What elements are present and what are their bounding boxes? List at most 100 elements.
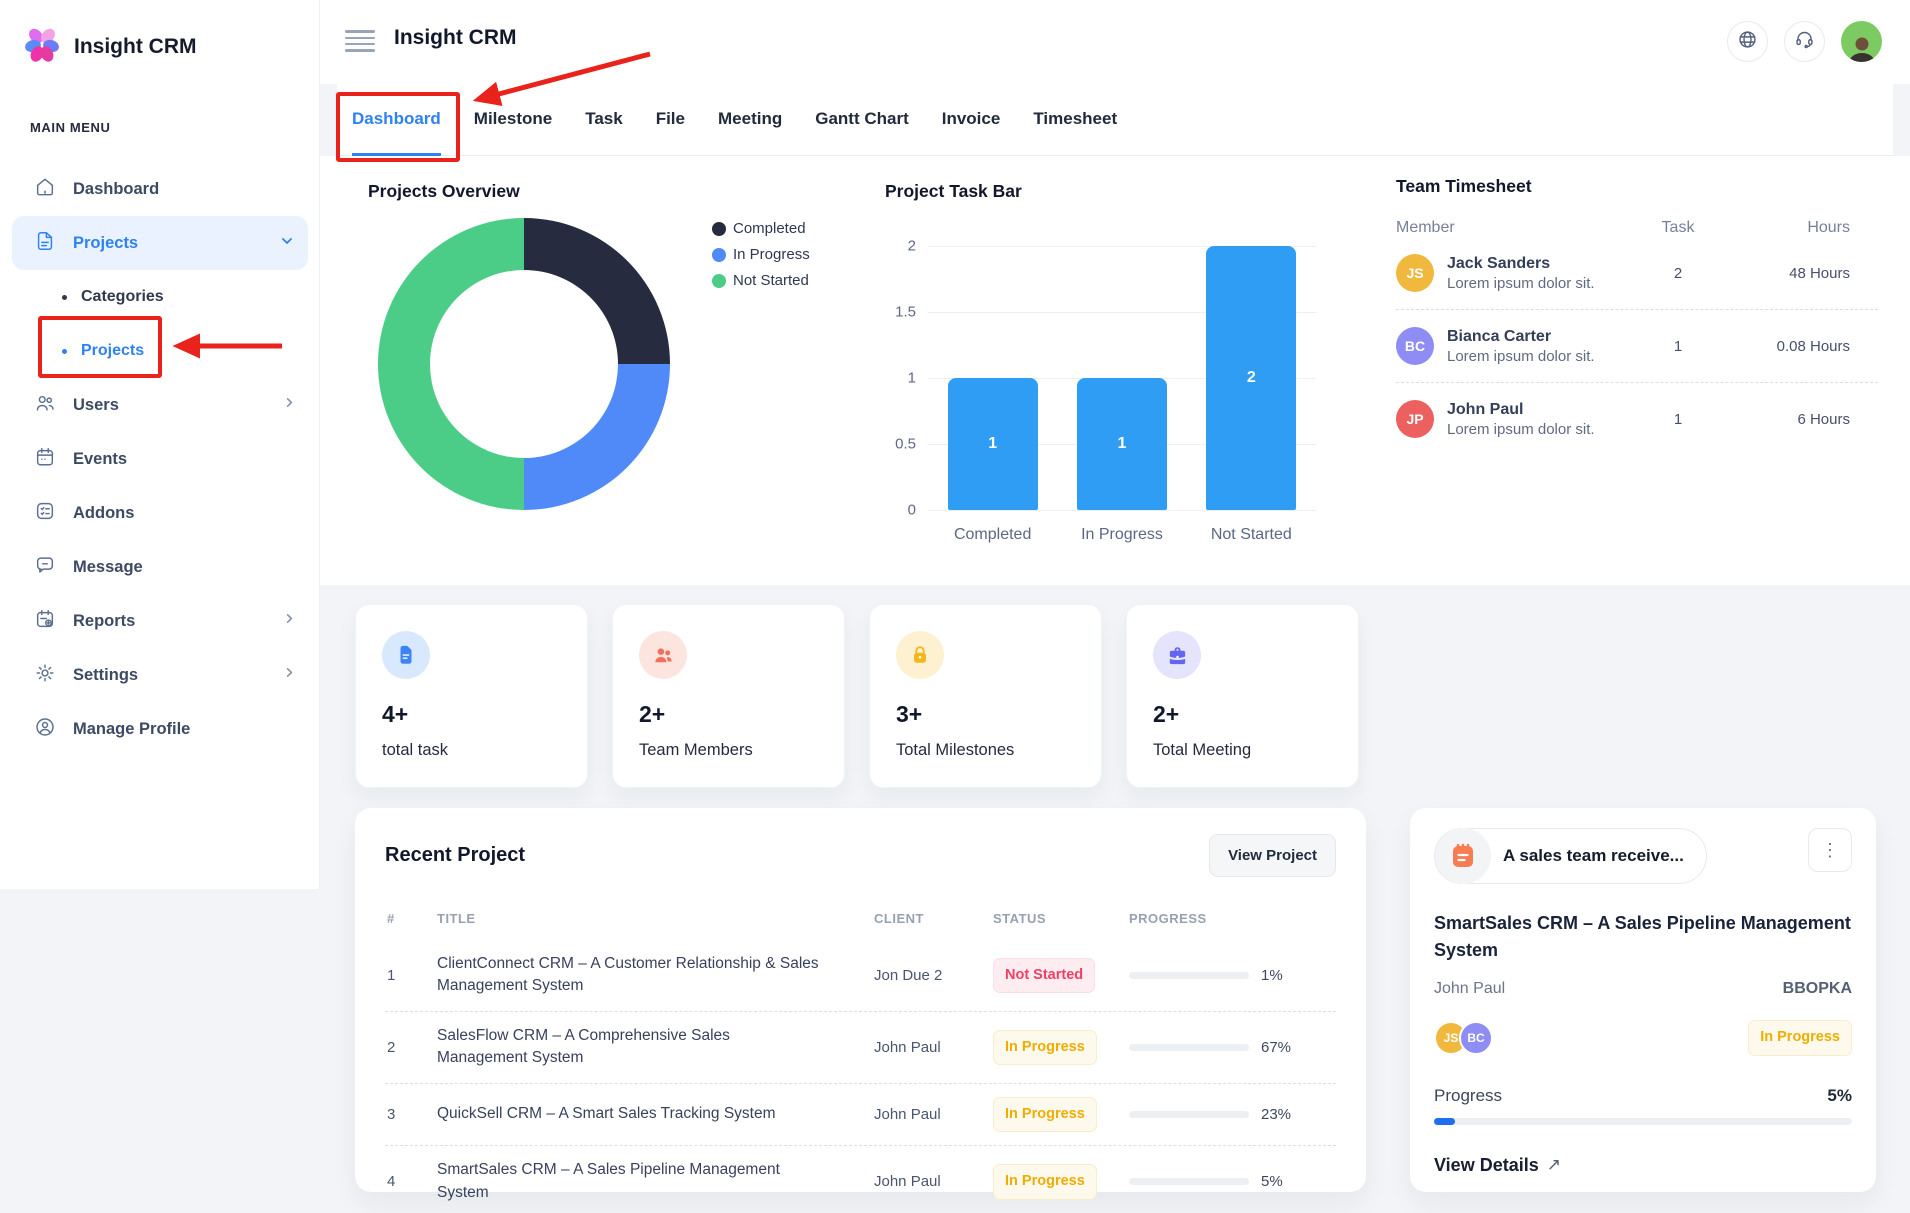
- table-row[interactable]: 2 SalesFlow CRM – A Comprehensive Sales …: [385, 1011, 1336, 1083]
- x-tick: Completed: [928, 526, 1057, 544]
- stat-card-team-members[interactable]: 2+ Team Members: [612, 604, 845, 788]
- team-timesheet: Team Timesheet Member Task Hours JS Jack…: [1396, 176, 1878, 455]
- briefcase-icon: [1153, 631, 1201, 679]
- support-button[interactable]: [1784, 21, 1825, 62]
- home-icon: [34, 176, 56, 203]
- tab-milestone[interactable]: Milestone: [474, 84, 552, 156]
- tab-timesheet[interactable]: Timesheet: [1033, 84, 1117, 156]
- sidebar-item-label: Projects: [73, 234, 263, 253]
- recent-project-card: Recent Project View Project #TITLE CLIEN…: [355, 808, 1366, 1192]
- avatar: BC: [1396, 327, 1434, 365]
- sidebar-item-reports[interactable]: Reports: [0, 594, 320, 648]
- progress-value: 5%: [1827, 1086, 1852, 1106]
- tab-gantt-chart[interactable]: Gantt Chart: [815, 84, 909, 156]
- sidebar-subitem-label: Projects: [81, 342, 144, 360]
- user-avatar[interactable]: [1841, 21, 1882, 62]
- stat-card-total-milestones[interactable]: 3+ Total Milestones: [869, 604, 1102, 788]
- sidebar-item-label: Addons: [73, 504, 296, 523]
- sidebar-subitem-categories[interactable]: Categories: [0, 270, 320, 324]
- bar-column: 2 Not Started: [1187, 246, 1316, 510]
- charts-band: Projects Overview Completed In Progress …: [320, 156, 1910, 585]
- globe-button[interactable]: [1727, 21, 1768, 62]
- sidebar-item-projects[interactable]: Projects: [12, 216, 308, 270]
- sidebar-item-settings[interactable]: Settings: [0, 648, 320, 702]
- progress-label: Progress: [1434, 1086, 1502, 1106]
- sidebar-item-manage-profile[interactable]: Manage Profile: [0, 702, 320, 756]
- sidebar-item-label: Dashboard: [73, 180, 296, 199]
- users-icon: [34, 392, 56, 419]
- bar-in-progress[interactable]: 1: [1077, 378, 1167, 510]
- sidebar-subitem-projects[interactable]: Projects: [0, 324, 320, 378]
- bar-not-started[interactable]: 2: [1206, 246, 1296, 510]
- chat-bubble-icon: [34, 554, 56, 581]
- view-project-button[interactable]: View Project: [1209, 834, 1336, 877]
- y-tick: 0.5: [880, 436, 916, 453]
- bar-completed[interactable]: 1: [948, 378, 1038, 510]
- view-details-link[interactable]: View Details ↗: [1434, 1155, 1561, 1176]
- hamburger-menu-icon[interactable]: [345, 26, 375, 56]
- crm-dashboard-page: Insight CRM MAIN MENU Dashboard Projects…: [0, 0, 1910, 1213]
- stat-label: Team Members: [639, 741, 818, 760]
- task-bar-title: Project Task Bar: [885, 181, 1022, 202]
- timesheet-header-row: Member Task Hours: [1396, 219, 1878, 237]
- y-tick: 1: [880, 370, 916, 387]
- tab-meeting[interactable]: Meeting: [718, 84, 782, 156]
- timesheet-row[interactable]: JP John PaulLorem ipsum dolor sit. 1 6 H…: [1396, 382, 1878, 455]
- table-row[interactable]: 4 SmartSales CRM – A Sales Pipeline Mana…: [385, 1145, 1336, 1213]
- calendar-icon: [34, 446, 56, 473]
- legend-swatch-not-started: [712, 274, 726, 288]
- progress-bar: [1129, 972, 1249, 979]
- y-tick: 2: [880, 238, 916, 255]
- project-pill[interactable]: A sales team receive...: [1434, 828, 1707, 884]
- legend-swatch-completed: [712, 222, 726, 236]
- sidebar-item-users[interactable]: Users: [0, 378, 320, 432]
- app-logo[interactable]: Insight CRM: [0, 0, 319, 69]
- team-timesheet-title: Team Timesheet: [1396, 176, 1878, 197]
- external-arrow-icon: ↗: [1547, 1155, 1561, 1175]
- kebab-menu-button[interactable]: ⋮: [1808, 828, 1852, 872]
- tab-invoice[interactable]: Invoice: [942, 84, 1001, 156]
- tab-file[interactable]: File: [656, 84, 685, 156]
- sidebar-item-events[interactable]: Events: [0, 432, 320, 486]
- bar-column: 1 Completed: [928, 246, 1057, 510]
- stat-card-total-task[interactable]: 4+ total task: [355, 604, 588, 788]
- timesheet-row[interactable]: BC Bianca CarterLorem ipsum dolor sit. 1…: [1396, 309, 1878, 382]
- tab-task[interactable]: Task: [585, 84, 623, 156]
- sidebar-item-label: Manage Profile: [73, 720, 296, 739]
- sidebar: Insight CRM MAIN MENU Dashboard Projects…: [0, 0, 320, 889]
- sidebar-item-label: Events: [73, 450, 296, 469]
- project-owner: John Paul: [1434, 980, 1505, 998]
- progress-bar: [1129, 1044, 1249, 1051]
- sidebar-subitem-label: Categories: [81, 288, 164, 306]
- y-tick: 1.5: [880, 304, 916, 321]
- stat-card-total-meeting[interactable]: 2+ Total Meeting: [1126, 604, 1359, 788]
- legend-swatch-in-progress: [712, 248, 726, 262]
- y-tick: 0: [880, 502, 916, 519]
- sidebar-item-message[interactable]: Message: [0, 540, 320, 594]
- flower-logo-icon: [22, 24, 62, 69]
- project-detail-card: A sales team receive... ⋮ SmartSales CRM…: [1410, 808, 1876, 1192]
- sidebar-section-label: MAIN MENU: [30, 120, 111, 135]
- bullet-icon: [62, 295, 67, 300]
- note-icon: [34, 230, 56, 257]
- sidebar-item-addons[interactable]: Addons: [0, 486, 320, 540]
- tab-dashboard[interactable]: Dashboard: [352, 84, 441, 156]
- top-bar: Insight CRM: [320, 0, 1910, 84]
- sidebar-item-dashboard[interactable]: Dashboard: [0, 162, 320, 216]
- table-row[interactable]: 1 ClientConnect CRM – A Customer Relatio…: [385, 940, 1336, 1011]
- recent-project-table: #TITLE CLIENTSTATUS PROGRESS 1 ClientCon…: [385, 903, 1336, 1213]
- table-row[interactable]: 3 QuickSell CRM – A Smart Sales Tracking…: [385, 1083, 1336, 1146]
- notepad-icon: [1435, 828, 1491, 884]
- sidebar-item-label: Message: [73, 558, 296, 577]
- gear-icon: [34, 662, 56, 689]
- stat-value: 4+: [382, 701, 561, 728]
- sidebar-item-label: Users: [73, 396, 266, 415]
- stat-label: Total Meeting: [1153, 741, 1332, 760]
- progress-bar: [1129, 1178, 1249, 1185]
- page-title: Insight CRM: [394, 26, 516, 50]
- member-avatars: JS BC: [1434, 1021, 1493, 1055]
- project-task-bar-chart: 2 1.5 1 0.5 0 1 Completed 1 In Pro: [880, 226, 1330, 536]
- sidebar-menu: Dashboard Projects Categories Projects U…: [0, 162, 320, 756]
- donut-legend: Completed In Progress Not Started: [712, 220, 810, 289]
- timesheet-row[interactable]: JS Jack SandersLorem ipsum dolor sit. 2 …: [1396, 237, 1878, 309]
